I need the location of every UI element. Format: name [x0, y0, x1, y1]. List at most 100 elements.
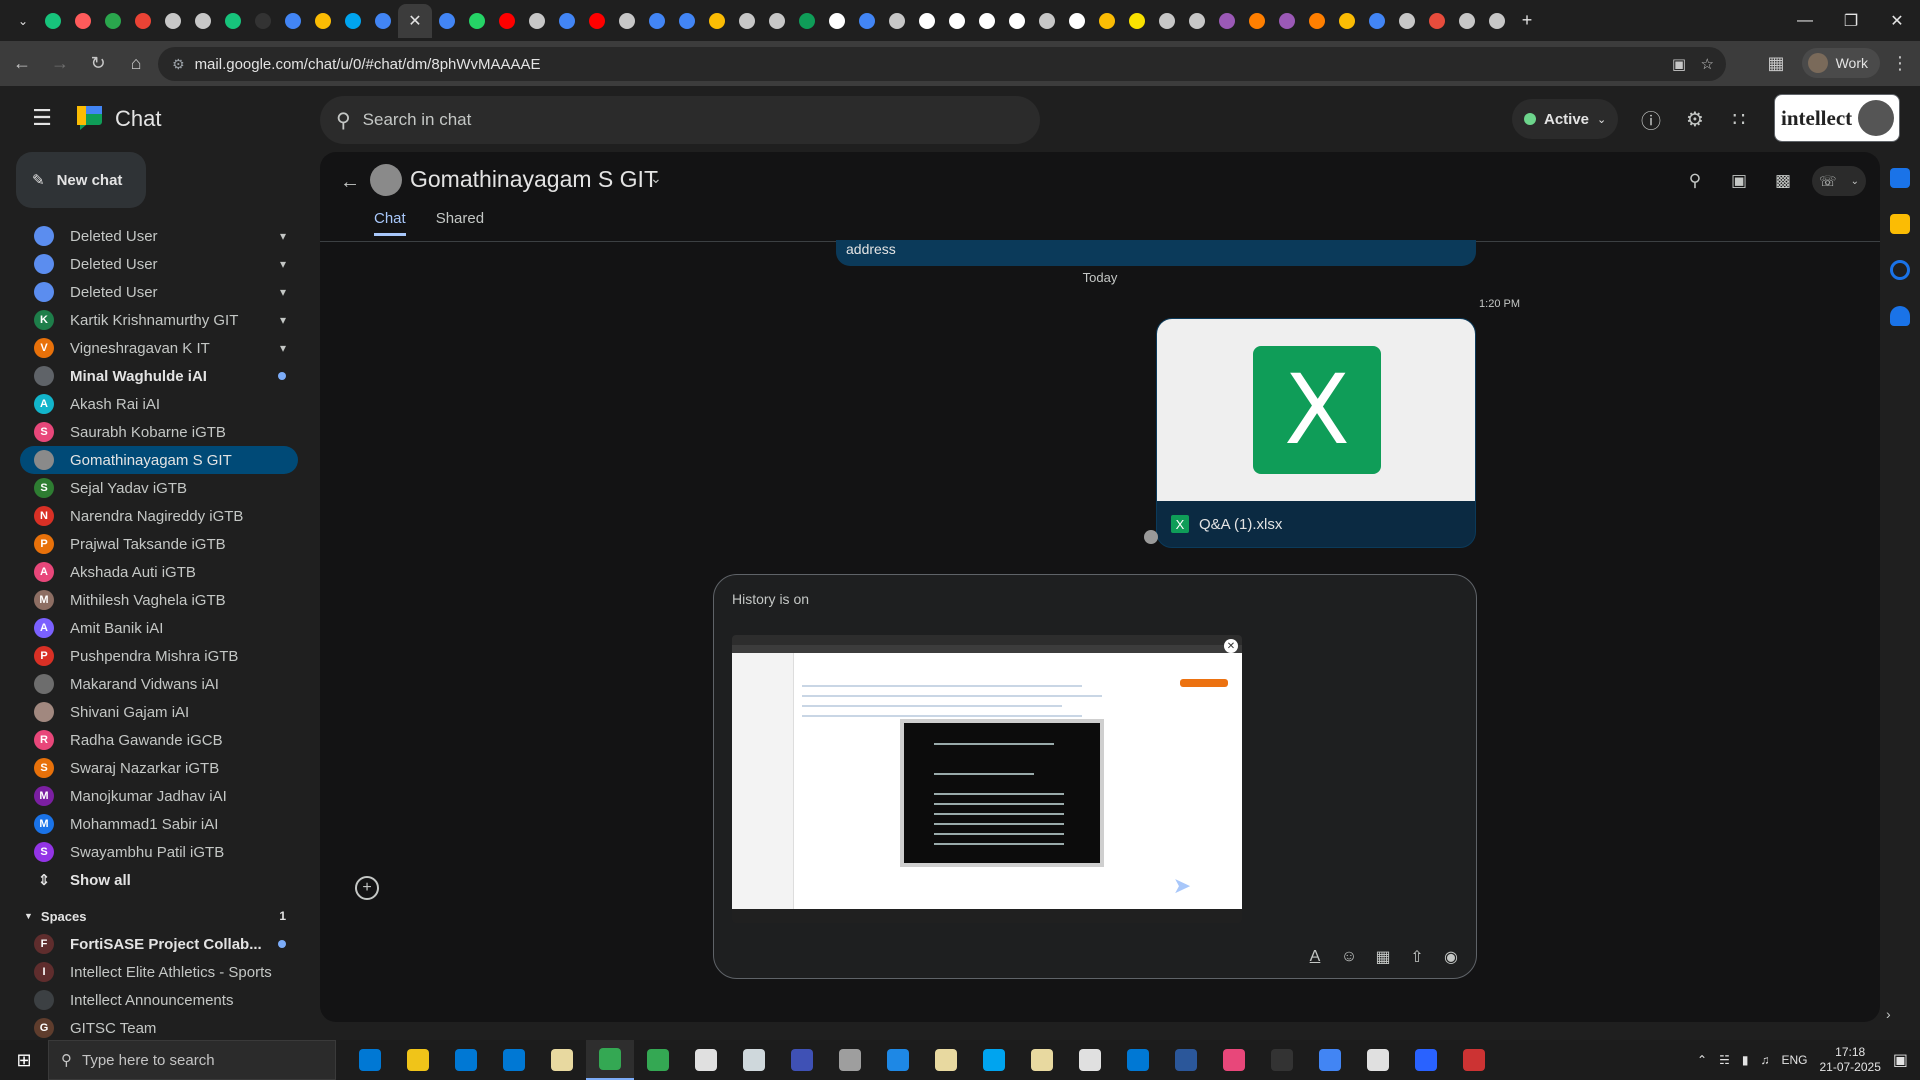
browser-tab[interactable] — [188, 6, 218, 36]
sidebar-item[interactable]: K Kartik Krishnamurthy GIT ▾ — [20, 306, 298, 334]
sidebar-item[interactable]: R Radha Gawande iGCB — [20, 726, 298, 754]
tab-search-button[interactable]: ⌄ — [8, 6, 38, 36]
browser-tab[interactable] — [972, 6, 1002, 36]
account-brand-button[interactable]: intellect — [1774, 94, 1900, 142]
browser-tab[interactable] — [492, 6, 522, 36]
taskbar-app-icon[interactable] — [586, 1040, 634, 1080]
sidebar-item[interactable]: S Saurabh Kobarne iGTB — [20, 418, 298, 446]
browser-tab[interactable] — [1002, 6, 1032, 36]
taskbar-app-icon[interactable] — [970, 1040, 1018, 1080]
browser-tab[interactable] — [1392, 6, 1422, 36]
taskbar-app-icon[interactable] — [1018, 1040, 1066, 1080]
sidebar-item[interactable]: Deleted User ▾ — [20, 222, 298, 250]
browser-tab[interactable] — [68, 6, 98, 36]
taskbar-app-icon[interactable] — [874, 1040, 922, 1080]
browser-tab[interactable] — [582, 6, 612, 36]
add-attachment-icon[interactable]: + — [355, 876, 379, 900]
conversation-title[interactable]: Gomathinayagam S GIT — [410, 166, 658, 193]
browser-tab[interactable] — [1152, 6, 1182, 36]
browser-tab[interactable] — [432, 6, 462, 36]
call-button[interactable]: ☏ ⌄ — [1812, 166, 1866, 196]
sidebar-item[interactable]: M Mithilesh Vaghela iGTB — [20, 586, 298, 614]
address-bar[interactable]: ⚙ mail.google.com/chat/u/0/#chat/dm/8phW… — [158, 47, 1726, 81]
upload-icon[interactable]: ⇧ — [1406, 946, 1428, 968]
taskbar-app-icon[interactable] — [1258, 1040, 1306, 1080]
network-icon[interactable]: ☵ — [1719, 1053, 1730, 1067]
attachment-card[interactable]: X X Q&A (1).xlsx — [1156, 318, 1476, 548]
sidebar-item[interactable]: P Pushpendra Mishra iGTB — [20, 642, 298, 670]
sidebar-item[interactable]: M Mohammad1 Sabir iAI — [20, 810, 298, 838]
help-icon[interactable]: ⓘ — [1636, 104, 1666, 134]
browser-tab[interactable] — [822, 6, 852, 36]
browser-tab[interactable] — [1332, 6, 1362, 36]
taskbar-app-icon[interactable] — [1354, 1040, 1402, 1080]
browser-tab[interactable] — [368, 6, 398, 36]
language-indicator[interactable]: ENG — [1781, 1053, 1807, 1067]
browser-tab[interactable] — [552, 6, 582, 36]
browser-tab[interactable] — [98, 6, 128, 36]
taskbar-app-icon[interactable] — [442, 1040, 490, 1080]
new-tab-button[interactable]: + — [1512, 6, 1542, 36]
contact-avatar[interactable] — [370, 164, 402, 196]
sidebar-item[interactable]: S Swayambhu Patil iGTB — [20, 838, 298, 866]
volume-icon[interactable]: ♫ — [1760, 1053, 1769, 1067]
sidebar-item[interactable]: Makarand Vidwans iAI — [20, 670, 298, 698]
taskbar-search-input[interactable]: ⚲ Type here to search — [48, 1040, 336, 1080]
browser-tab[interactable] — [248, 6, 278, 36]
taskbar-app-icon[interactable] — [1114, 1040, 1162, 1080]
sidebar-item[interactable]: G GITSC Team — [20, 1014, 298, 1042]
browser-tab[interactable] — [702, 6, 732, 36]
taskbar-app-icon[interactable] — [1066, 1040, 1114, 1080]
sidebar-item[interactable]: I Intellect Elite Athletics - Sports — [20, 958, 298, 986]
browser-tab[interactable] — [732, 6, 762, 36]
browser-tab[interactable] — [462, 6, 492, 36]
sidebar-item[interactable]: A Akshada Auti iGTB — [20, 558, 298, 586]
taskbar-app-icon[interactable] — [682, 1040, 730, 1080]
taskbar-app-icon[interactable] — [346, 1040, 394, 1080]
site-info-icon[interactable]: ⚙ — [172, 56, 185, 73]
browser-tab[interactable] — [522, 6, 552, 36]
record-video-icon[interactable]: ◉ — [1440, 946, 1462, 968]
back-icon[interactable]: ← — [6, 48, 38, 80]
browser-tab[interactable] — [308, 6, 338, 36]
sidebar-item[interactable]: Gomathinayagam S GIT — [20, 446, 298, 474]
browser-tab[interactable] — [338, 6, 368, 36]
close-window-button[interactable]: ✕ — [1874, 0, 1920, 41]
sidebar-item[interactable]: F FortiSASE Project Collab... — [20, 930, 298, 958]
message-composer[interactable]: History is on ✕ A ☺ ▦ ⇧ ◉ — [713, 574, 1477, 979]
spaces-section-header[interactable]: ▼ Spaces 1 — [20, 902, 298, 930]
browser-tab[interactable] — [1302, 6, 1332, 36]
browser-tab[interactable] — [1212, 6, 1242, 36]
browser-tab[interactable] — [1122, 6, 1152, 36]
format-text-icon[interactable]: A — [1304, 946, 1326, 968]
apps-grid-icon[interactable]: ∷ — [1724, 104, 1754, 134]
browser-tab[interactable] — [762, 6, 792, 36]
browser-tab[interactable] — [882, 6, 912, 36]
browser-menu-icon[interactable]: ⋮ — [1884, 47, 1916, 79]
taskbar-app-icon[interactable] — [778, 1040, 826, 1080]
taskbar-app-icon[interactable] — [1210, 1040, 1258, 1080]
chevron-down-icon[interactable]: ⌄ — [650, 170, 662, 187]
sidebar-item[interactable]: M Manojkumar Jadhav iAI — [20, 782, 298, 810]
profile-button[interactable]: Work — [1801, 48, 1880, 78]
send-icon[interactable]: ➤ — [1168, 872, 1196, 900]
gif-icon[interactable]: ▦ — [1372, 946, 1394, 968]
browser-tab[interactable] — [672, 6, 702, 36]
taskbar-app-icon[interactable] — [922, 1040, 970, 1080]
taskbar-app-icon[interactable] — [1450, 1040, 1498, 1080]
taskbar-app-icon[interactable] — [490, 1040, 538, 1080]
settings-gear-icon[interactable]: ⚙ — [1680, 104, 1710, 134]
taskbar-app-icon[interactable] — [730, 1040, 778, 1080]
taskbar-app-icon[interactable] — [394, 1040, 442, 1080]
clock[interactable]: 17:18 21-07-2025 — [1819, 1045, 1880, 1075]
taskbar-app-icon[interactable] — [538, 1040, 586, 1080]
reload-icon[interactable]: ↻ — [82, 48, 114, 80]
taskbar-app-icon[interactable] — [826, 1040, 874, 1080]
sidebar-item[interactable]: Deleted User ▾ — [20, 278, 298, 306]
sidebar-item[interactable]: S Sejal Yadav iGTB — [20, 474, 298, 502]
show-all-button[interactable]: ⇕ Show all — [20, 866, 298, 894]
browser-tab[interactable] — [852, 6, 882, 36]
taskbar-app-icon[interactable] — [634, 1040, 682, 1080]
forward-icon[interactable]: → — [44, 48, 76, 80]
active-tab-close-icon[interactable]: ✕ — [398, 3, 432, 38]
